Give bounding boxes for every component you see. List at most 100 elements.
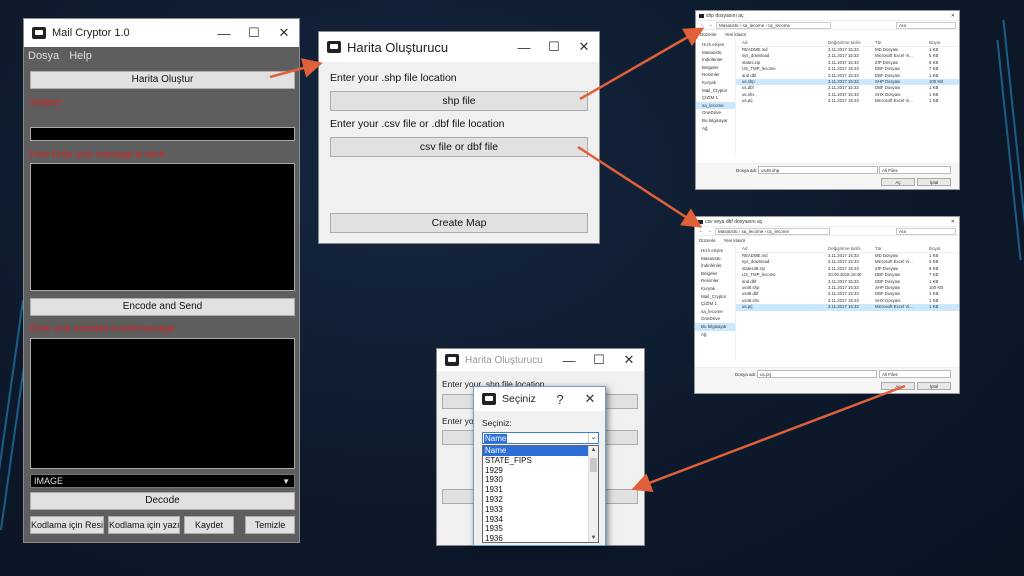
- minimize-icon[interactable]: —: [509, 40, 539, 55]
- nav-item[interactable]: ÇİZİM 1: [695, 300, 735, 308]
- search-field[interactable]: Ara: [896, 227, 956, 235]
- scroll-thumb[interactable]: [590, 458, 597, 472]
- maximize-icon[interactable]: ☐: [539, 39, 569, 55]
- path-field[interactable]: Masaüstü › sa_lecome › üç_lecome: [716, 21, 831, 29]
- save-button[interactable]: Kaydet: [184, 516, 234, 534]
- close-icon[interactable]: ✕: [575, 391, 605, 407]
- nav-item[interactable]: Bu bilgisayar: [695, 322, 735, 331]
- message-textarea[interactable]: [30, 163, 295, 291]
- encode-send-button[interactable]: Encode and Send: [30, 298, 295, 316]
- dropdown-option[interactable]: 1936: [483, 534, 590, 542]
- column-combobox[interactable]: Name ⌄: [482, 432, 599, 444]
- nav-item[interactable]: Mail_Cryptor: [696, 87, 735, 95]
- close-icon[interactable]: ✕: [614, 352, 644, 368]
- col-date[interactable]: Değiştirme tarihi: [828, 39, 875, 46]
- nav-item[interactable]: Ağ: [696, 125, 735, 133]
- nav-item[interactable]: sa_lecome: [696, 101, 735, 110]
- file-filter-select[interactable]: All Files: [879, 370, 951, 378]
- close-icon[interactable]: ✕: [269, 25, 299, 41]
- nav-item[interactable]: ÇİZİM 1: [696, 94, 735, 102]
- nav-item[interactable]: İndirilenler: [695, 262, 735, 270]
- dropdown-option[interactable]: Name: [483, 446, 590, 456]
- file-row[interactable]: us.prj 3.11.2017 15:33 Microsoft Excel Vi.…: [736, 304, 959, 311]
- new-folder-button[interactable]: Yeni klasör: [725, 32, 747, 37]
- menu-help[interactable]: Help: [69, 50, 92, 62]
- nav-item[interactable]: Kuryak: [696, 79, 735, 87]
- nav-item[interactable]: Hızlı erişim: [695, 247, 735, 255]
- nav-item[interactable]: Hızlı erişim: [696, 41, 735, 49]
- col-type[interactable]: Tür: [875, 39, 929, 46]
- maximize-icon[interactable]: ☐: [239, 25, 269, 41]
- format-select[interactable]: IMAGE ▼: [30, 474, 295, 488]
- new-folder-button[interactable]: Yeni klasör: [724, 238, 746, 243]
- chevron-down-icon[interactable]: ⌄: [588, 433, 598, 443]
- minimize-icon[interactable]: —: [209, 26, 239, 41]
- maximize-icon[interactable]: ☐: [584, 352, 614, 368]
- path-field[interactable]: Masaüstü › sa_lecome › üç_lecome: [715, 227, 830, 235]
- dropdown-scrollbar[interactable]: ▲ ▼: [588, 446, 598, 542]
- nav-item[interactable]: OneDrive: [696, 109, 735, 117]
- encoded-textarea[interactable]: [30, 338, 295, 469]
- dropdown-option[interactable]: 1935: [483, 524, 590, 534]
- help-icon[interactable]: ?: [545, 392, 575, 407]
- dropdown-option[interactable]: 1933: [483, 505, 590, 515]
- nav-item[interactable]: İndirilenler: [696, 56, 735, 64]
- col-name[interactable]: Ad: [736, 39, 828, 46]
- harita-olustur-button[interactable]: Harita Oluştur: [30, 71, 295, 89]
- col-size[interactable]: Boyut: [929, 245, 959, 252]
- menu-dosya[interactable]: Dosya: [28, 50, 59, 62]
- nav-item[interactable]: Resimler: [695, 277, 735, 285]
- cancel-button[interactable]: İptal: [917, 178, 951, 186]
- organize-button[interactable]: Düzenle: [699, 238, 716, 243]
- col-name[interactable]: Ad: [736, 245, 828, 252]
- col-type[interactable]: Tür: [875, 245, 929, 252]
- close-icon[interactable]: ✕: [951, 219, 955, 225]
- close-icon[interactable]: ✕: [569, 39, 599, 55]
- nav-item[interactable]: sa_lecome: [695, 308, 735, 316]
- filename-input[interactable]: us.prj: [757, 370, 877, 378]
- nav-item[interactable]: Belgeler: [695, 270, 735, 278]
- close-icon[interactable]: ✕: [951, 13, 955, 19]
- open-button[interactable]: Aç: [881, 382, 915, 390]
- dropdown-option[interactable]: 1934: [483, 515, 590, 525]
- dropdown-option[interactable]: 1929: [483, 466, 590, 476]
- clear-button[interactable]: Temizle: [245, 516, 295, 534]
- dropdown-option[interactable]: STATE_FIPS: [483, 456, 590, 466]
- forward-arrow-icon[interactable]: →: [707, 228, 712, 234]
- open-text-button[interactable]: Kodlama için yazı Aç: [108, 516, 180, 534]
- scroll-down-icon[interactable]: ▼: [589, 535, 598, 541]
- nav-item[interactable]: Kuryak: [695, 285, 735, 293]
- file-row[interactable]: us.prj 3.11.2017 15:33 Microsoft Excel Vi.…: [736, 98, 959, 104]
- nav-item[interactable]: Masaüstü: [695, 255, 735, 263]
- back-arrow-icon[interactable]: ←: [700, 22, 705, 28]
- nav-item[interactable]: Ağ: [695, 331, 735, 339]
- nav-item[interactable]: Mail_Cryptor: [695, 293, 735, 301]
- cancel-button[interactable]: İptal: [917, 382, 951, 390]
- open-image-button[interactable]: Kodlama için Resim Aç: [30, 516, 104, 534]
- col-size[interactable]: Boyut: [929, 39, 959, 46]
- nav-item[interactable]: Resimler: [696, 71, 735, 79]
- csv-label: Enter your .csv file or .dbf file locati…: [330, 118, 505, 130]
- nav-item[interactable]: Bu bilgisayar: [696, 117, 735, 125]
- forward-arrow-icon[interactable]: →: [708, 22, 713, 28]
- minimize-icon[interactable]: —: [554, 353, 584, 368]
- dropdown-option[interactable]: 1931: [483, 485, 590, 495]
- nav-item[interactable]: Masaüstü: [696, 49, 735, 57]
- dropdown-option[interactable]: 1930: [483, 475, 590, 485]
- shp-file-button[interactable]: shp file: [330, 91, 588, 111]
- subject-input[interactable]: [30, 127, 295, 141]
- file-filter-select[interactable]: All Files: [879, 166, 951, 174]
- create-map-button[interactable]: Create Map: [330, 213, 588, 233]
- open-button[interactable]: Aç: [881, 178, 915, 186]
- dropdown-option[interactable]: 1932: [483, 495, 590, 505]
- scroll-up-icon[interactable]: ▲: [589, 447, 598, 453]
- search-field[interactable]: Ara: [896, 21, 956, 29]
- nav-item[interactable]: Belgeler: [696, 64, 735, 72]
- nav-item[interactable]: OneDrive: [695, 315, 735, 323]
- organize-button[interactable]: Düzenle: [700, 32, 717, 37]
- col-date[interactable]: Değiştirme tarihi: [828, 245, 875, 252]
- filename-input[interactable]: us48.shp: [758, 166, 878, 174]
- back-arrow-icon[interactable]: ←: [699, 228, 704, 234]
- csv-file-button[interactable]: csv file or dbf file: [330, 137, 588, 157]
- decode-button[interactable]: Decode: [30, 492, 295, 510]
